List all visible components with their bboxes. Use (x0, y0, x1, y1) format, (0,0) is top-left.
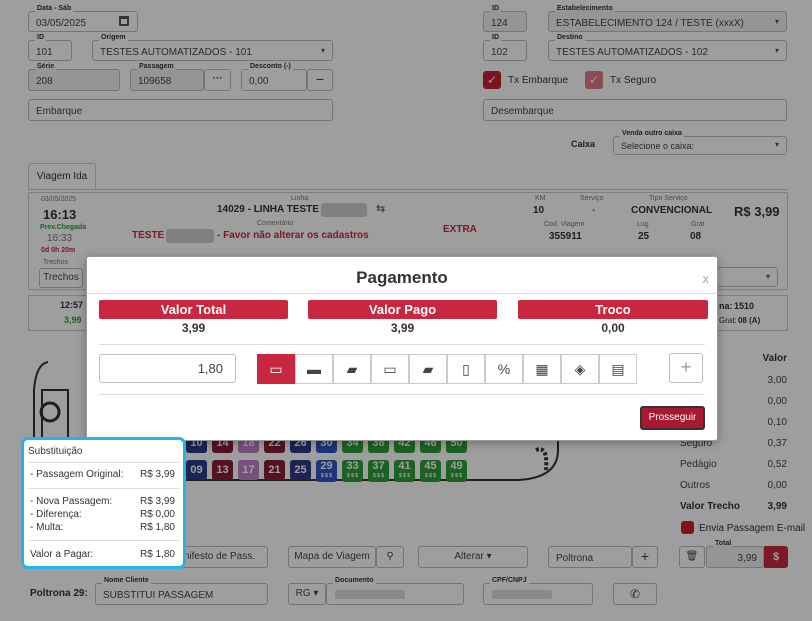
discount-method-button[interactable]: % (485, 354, 523, 384)
add-payment-button[interactable]: + (669, 353, 703, 383)
credit-card-method-button[interactable]: ▬ (295, 354, 333, 384)
close-icon[interactable]: x (703, 271, 710, 286)
prosseguir-button[interactable]: Prosseguir (640, 406, 705, 430)
transfer-method-button[interactable]: ▤ (599, 354, 637, 384)
modal-title: Pagamento (356, 268, 448, 287)
nova-passagem-label: - Nova Passagem: (30, 496, 113, 507)
diferenca-value: R$ 0,00 (139, 509, 175, 520)
valor-pago-value: 3,99 (390, 321, 415, 335)
amount-value: 1,80 (197, 361, 223, 376)
multa-value: R$ 1,80 (139, 522, 175, 533)
valor-total-header: Valor Total (99, 300, 288, 319)
ticket-icon: ▰ (346, 360, 358, 377)
modal-divider (99, 344, 705, 345)
modal-footer-divider (99, 394, 705, 395)
passagem-original-label: - Passagem Original: (30, 469, 124, 480)
valor-pagar-label: Valor a Pagar: (30, 549, 94, 560)
troco-header: Troco (518, 300, 708, 319)
debit-card-method-button[interactable]: ▭ (371, 354, 409, 384)
voucher-icon: ▰ (422, 360, 434, 377)
valor-pago-header: Valor Pago (308, 300, 497, 319)
substituicao-panel: Substituição - Passagem Original: R$ 3,9… (21, 437, 186, 569)
passagem-original-value: R$ 3,99 (139, 469, 175, 480)
valor-pagar-value: R$ 1,80 (139, 549, 175, 560)
pos-icon: ▯ (462, 360, 470, 377)
substituicao-title: Substituição (28, 446, 83, 457)
voucher-method-button[interactable]: ▰ (409, 354, 447, 384)
qrcode-method-button[interactable]: ▦ (523, 354, 561, 384)
qrcode-icon: ▦ (535, 360, 549, 377)
credit-card-icon: ▬ (307, 361, 321, 377)
pix-method-button[interactable]: ◈ (561, 354, 599, 384)
discount-icon: % (497, 361, 511, 377)
multa-label: - Multa: (30, 522, 64, 533)
troco-value: 0,00 (601, 321, 625, 335)
cash-icon: ▭ (269, 360, 283, 377)
transfer-icon: ▤ (611, 360, 625, 377)
ticket-method-button[interactable]: ▰ (333, 354, 371, 384)
cash-method-button[interactable]: ▭ (257, 354, 295, 384)
diferenca-label: - Diferença: (30, 509, 82, 520)
modal-header-divider (87, 293, 717, 294)
amount-input[interactable]: 1,80 (99, 354, 236, 383)
valor-total-value: 3,99 (181, 321, 206, 335)
nova-passagem-value: R$ 3,99 (139, 496, 175, 507)
debit-card-icon: ▭ (383, 360, 397, 377)
pix-icon: ◈ (574, 360, 586, 377)
payment-modal: Pagamento x Valor Total 3,99 Valor Pago … (86, 256, 718, 441)
pos-method-button[interactable]: ▯ (447, 354, 485, 384)
